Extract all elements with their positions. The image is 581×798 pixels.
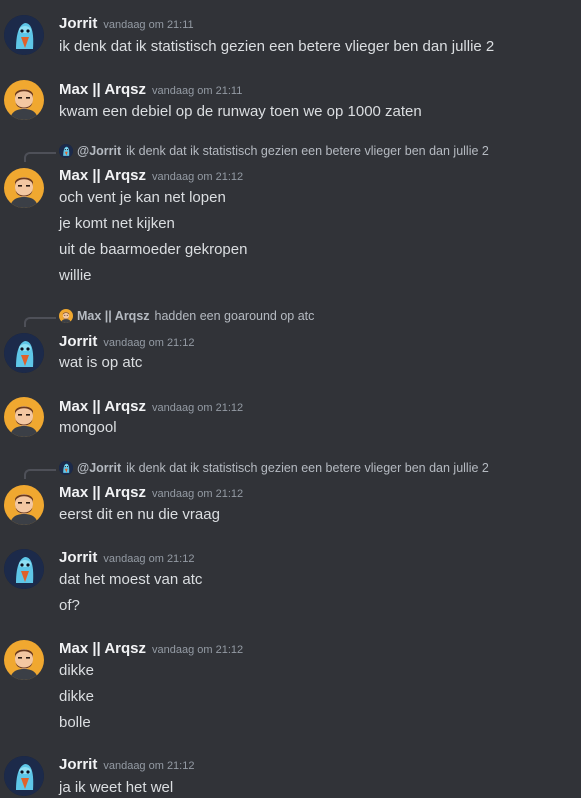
- timestamp: vandaag om 21:12: [103, 337, 195, 349]
- reply-preview[interactable]: @Jorrit ik denk dat ik statistisch gezie…: [59, 461, 489, 475]
- max-avatar-icon[interactable]: [4, 485, 44, 525]
- message-text: eerst dit en nu die vraag: [59, 506, 220, 523]
- max-avatar-icon[interactable]: [4, 80, 44, 120]
- reply-preview[interactable]: Max || Arqsz hadden een goaround op atc: [59, 309, 314, 323]
- reply-text: hadden een goaround op atc: [154, 309, 315, 323]
- jorrit-avatar-icon[interactable]: [4, 549, 44, 589]
- timestamp: vandaag om 21:12: [103, 760, 195, 772]
- author-name[interactable]: Jorrit: [59, 756, 97, 773]
- message-text: dat het moest van atc: [59, 571, 203, 588]
- message[interactable]: Jorrit vandaag om 21:12 dat het moest van…: [0, 540, 581, 620]
- jorrit-avatar-icon: [59, 461, 73, 475]
- message-text: of?: [59, 597, 80, 614]
- message[interactable]: Max || Arqsz vandaag om 21:11 kwam een de…: [0, 70, 581, 130]
- reply-text: ik denk dat ik statistisch gezien een be…: [126, 461, 489, 475]
- max-avatar-icon[interactable]: [4, 640, 44, 680]
- message[interactable]: Jorrit vandaag om 21:12 ja ik weet het we…: [0, 748, 581, 798]
- reply-author[interactable]: @Jorrit: [77, 144, 121, 158]
- message[interactable]: @Jorrit ik denk dat ik statistisch gezie…: [0, 140, 581, 290]
- timestamp: vandaag om 21:12: [152, 644, 244, 656]
- jorrit-avatar-icon: [59, 144, 73, 158]
- reply-spine: [24, 152, 56, 162]
- author-name[interactable]: Jorrit: [59, 15, 97, 32]
- message-text: dikke: [59, 688, 95, 705]
- message[interactable]: Max || Arqsz hadden een goaround op atc …: [0, 305, 581, 380]
- message[interactable]: @Jorrit ik denk dat ik statistisch gezie…: [0, 457, 581, 532]
- jorrit-avatar-icon[interactable]: [4, 333, 44, 373]
- author-name[interactable]: Jorrit: [59, 549, 97, 566]
- message-text: mongool: [59, 419, 117, 436]
- timestamp: vandaag om 21:12: [103, 553, 195, 565]
- author-name[interactable]: Max || Arqsz: [59, 640, 146, 657]
- message-text: bolle: [59, 714, 91, 731]
- max-avatar-icon: [59, 309, 73, 323]
- timestamp: vandaag om 21:12: [152, 171, 244, 183]
- max-avatar-icon[interactable]: [4, 397, 44, 437]
- message-text: och vent je kan net lopen: [59, 189, 226, 206]
- author-name[interactable]: Jorrit: [59, 333, 97, 350]
- timestamp: vandaag om 21:12: [152, 488, 244, 500]
- reply-spine: [24, 317, 56, 327]
- message-text: kwam een debiel op de runway toen we op …: [59, 103, 422, 120]
- message-text: willie: [59, 267, 92, 284]
- timestamp: vandaag om 21:12: [152, 402, 244, 414]
- author-name[interactable]: Max || Arqsz: [59, 484, 146, 501]
- reply-preview[interactable]: @Jorrit ik denk dat ik statistisch gezie…: [59, 144, 489, 158]
- reply-text: ik denk dat ik statistisch gezien een be…: [126, 144, 489, 158]
- message-text: ik denk dat ik statistisch gezien een be…: [59, 38, 495, 55]
- message-text: dikke: [59, 662, 95, 679]
- message[interactable]: Jorrit vandaag om 21:11 ik denk dat ik st…: [0, 0, 581, 70]
- reply-spine: [24, 469, 56, 479]
- max-avatar-icon[interactable]: [4, 168, 44, 208]
- jorrit-avatar-icon[interactable]: [4, 756, 44, 796]
- message-text: je komt net kijken: [59, 215, 175, 232]
- author-name[interactable]: Max || Arqsz: [59, 398, 146, 415]
- message-text: wat is op atc: [59, 354, 143, 371]
- message-text: ja ik weet het wel: [59, 779, 174, 796]
- reply-author[interactable]: Max || Arqsz: [77, 309, 150, 323]
- timestamp: vandaag om 21:11: [152, 85, 243, 97]
- message[interactable]: Max || Arqsz vandaag om 21:12 mongool: [0, 388, 581, 448]
- author-name[interactable]: Max || Arqsz: [59, 167, 146, 184]
- author-name[interactable]: Max || Arqsz: [59, 81, 146, 98]
- reply-author[interactable]: @Jorrit: [77, 461, 121, 475]
- message-text: uit de baarmoeder gekropen: [59, 241, 248, 258]
- timestamp: vandaag om 21:11: [103, 19, 194, 31]
- message[interactable]: Max || Arqsz vandaag om 21:12 dikke dikke…: [0, 630, 581, 740]
- jorrit-avatar-icon[interactable]: [4, 15, 44, 55]
